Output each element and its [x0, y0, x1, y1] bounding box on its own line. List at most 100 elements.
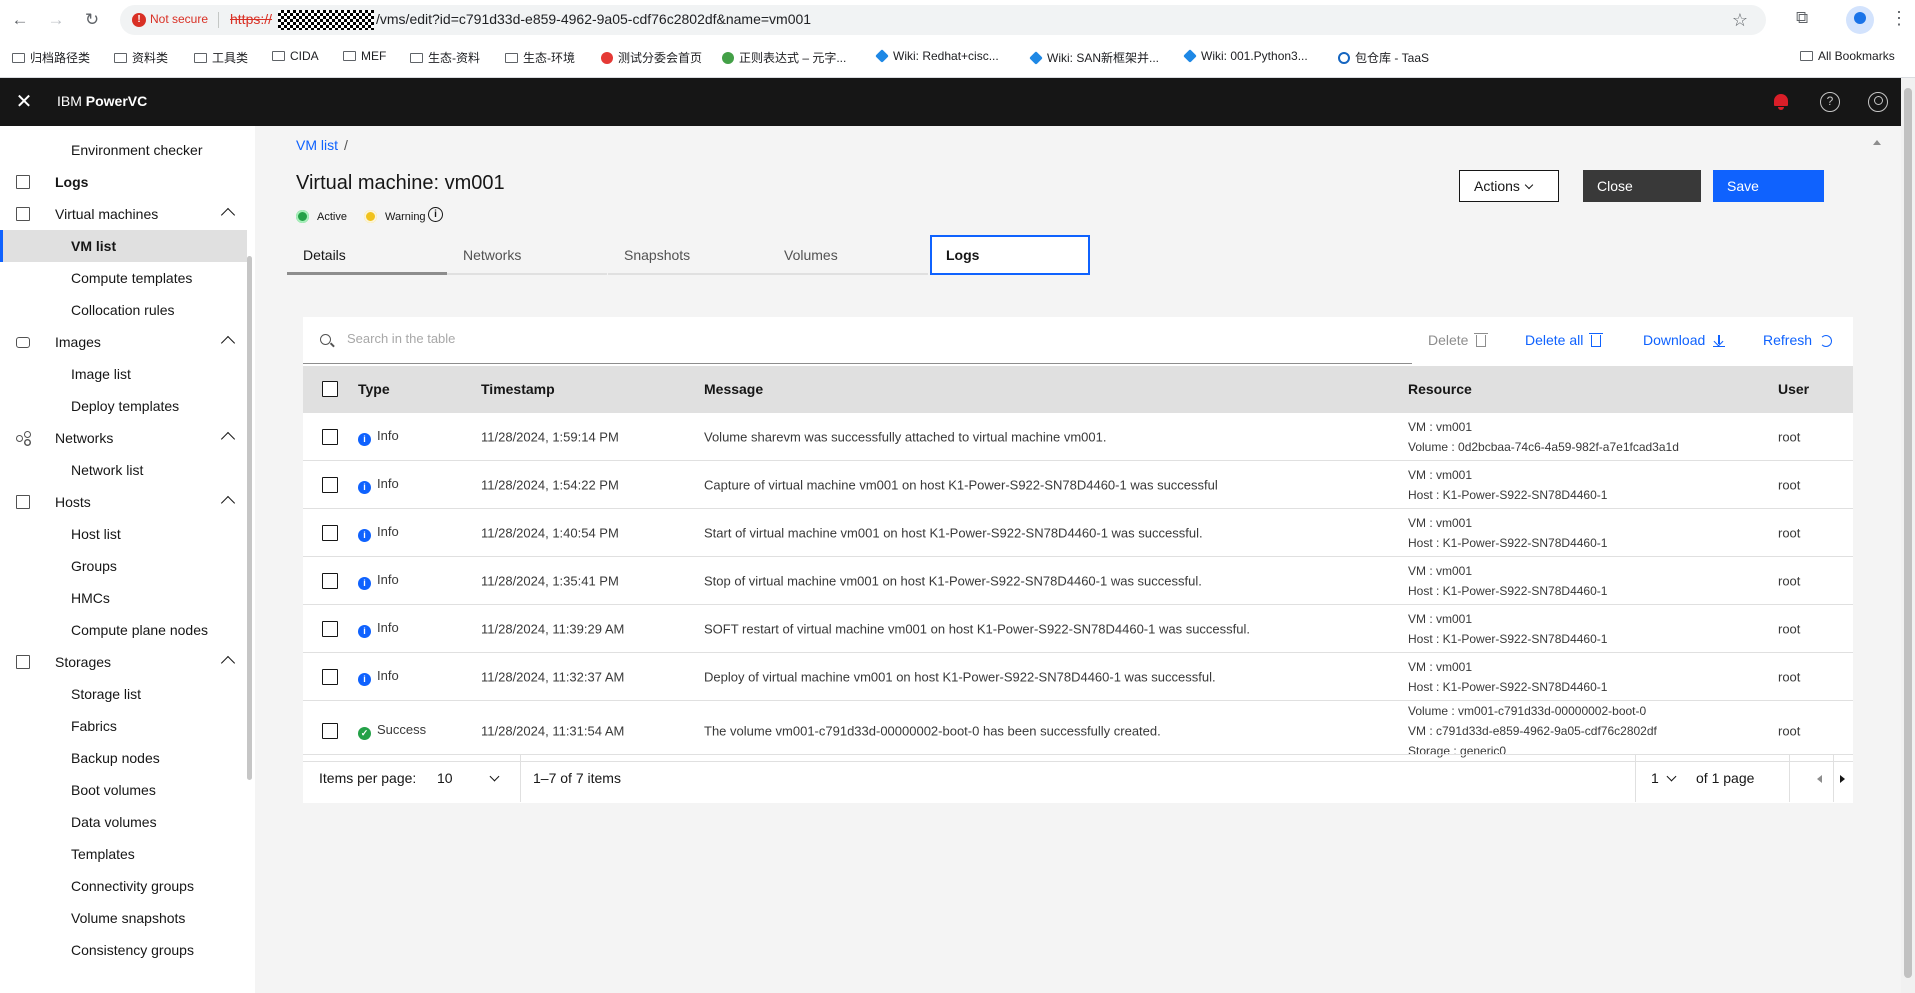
sidebar-item-collocation-rules[interactable]: Collocation rules: [0, 294, 247, 326]
row-checkbox[interactable]: [322, 572, 338, 589]
sidebar-item-storages[interactable]: Storages: [0, 646, 247, 678]
table-row[interactable]: i Info 11/28/2024, 1:54:22 PM Capture of vi…: [303, 461, 1853, 509]
column-header-type[interactable]: Type: [358, 381, 390, 397]
sidebar-item-fabrics[interactable]: Fabrics: [0, 710, 247, 742]
omnibox[interactable]: ! Not secure https:// /vms/edit?id=c791d…: [120, 5, 1766, 35]
sidebar-item-compute-plane-nodes[interactable]: Compute plane nodes: [0, 614, 247, 646]
browser-menu-icon[interactable]: ⋮: [1890, 8, 1908, 29]
sidebar-item-templates[interactable]: Templates: [0, 838, 247, 870]
scrollbar-thumb[interactable]: [1904, 88, 1912, 978]
notification-bell-icon[interactable]: [1772, 92, 1790, 110]
sidebar-item-host-list[interactable]: Host list: [0, 518, 247, 550]
sidebar-item-hosts[interactable]: Hosts: [0, 486, 247, 518]
info-icon[interactable]: i: [428, 207, 443, 222]
column-header-resource[interactable]: Resource: [1408, 381, 1472, 397]
scroll-up-arrow-icon[interactable]: [1873, 140, 1881, 145]
bookmark-item[interactable]: Wiki: Redhat+cisc...: [875, 49, 999, 63]
sidebar-item-backup-nodes[interactable]: Backup nodes: [0, 742, 247, 774]
save-button[interactable]: Save: [1713, 170, 1824, 202]
bookmark-item[interactable]: 生态-环境: [505, 49, 575, 66]
user-profile-icon[interactable]: [1868, 92, 1888, 112]
user-cell: root: [1778, 669, 1801, 684]
extensions-icon[interactable]: ⧉: [1796, 8, 1808, 28]
table-row[interactable]: i Info 11/28/2024, 11:39:29 AM SOFT restart…: [303, 605, 1853, 653]
help-icon[interactable]: ?: [1820, 92, 1840, 112]
tab-logs[interactable]: Logs: [930, 235, 1090, 275]
close-button[interactable]: Close: [1583, 170, 1701, 202]
previous-page-icon[interactable]: [1817, 775, 1822, 783]
sidebar-item-data-volumes[interactable]: Data volumes: [0, 806, 247, 838]
delete-all-button[interactable]: Delete all: [1525, 332, 1604, 348]
sidebar-item-boot-volumes[interactable]: Boot volumes: [0, 774, 247, 806]
sidebar-item-deploy-templates[interactable]: Deploy templates: [0, 390, 247, 422]
actions-button[interactable]: Actions: [1459, 170, 1559, 202]
bookmark-star-icon[interactable]: ☆: [1732, 10, 1748, 31]
column-header-timestamp[interactable]: Timestamp: [481, 381, 555, 397]
next-page-icon[interactable]: [1840, 775, 1845, 783]
column-header-message[interactable]: Message: [704, 381, 763, 397]
back-arrow-icon[interactable]: ←: [8, 8, 32, 32]
items-per-page-select[interactable]: 10: [437, 770, 500, 786]
delete-button[interactable]: Delete: [1428, 332, 1489, 348]
bookmark-item[interactable]: 生态-资料: [410, 49, 480, 66]
tab-snapshots[interactable]: Snapshots: [608, 235, 768, 275]
table-row[interactable]: i Info 11/28/2024, 1:35:41 PM Stop of virtu…: [303, 557, 1853, 605]
sidebar-item-network-list[interactable]: Network list: [0, 454, 247, 486]
info-icon: i: [358, 480, 371, 494]
bookmark-item[interactable]: 正则表达式 – 元字...: [722, 49, 846, 66]
bookmark-item[interactable]: 包仓库 - TaaS: [1338, 49, 1429, 66]
row-checkbox[interactable]: [322, 476, 338, 493]
bookmark-item[interactable]: CIDA: [272, 49, 319, 63]
sidebar-item-vm-list[interactable]: VM list: [0, 230, 247, 262]
profile-avatar[interactable]: [1846, 6, 1874, 34]
not-secure-label[interactable]: Not secure: [150, 12, 208, 26]
table-row[interactable]: i Info 11/28/2024, 11:32:37 AM Deploy of vi…: [303, 653, 1853, 701]
page-select[interactable]: 1: [1651, 770, 1677, 786]
table-row[interactable]: ✓ Success 11/28/2024, 11:31:54 AM The volum…: [303, 701, 1853, 762]
row-checkbox[interactable]: [322, 428, 338, 445]
forward-arrow-icon[interactable]: →: [44, 8, 68, 32]
row-checkbox[interactable]: [322, 620, 338, 637]
window-scrollbar[interactable]: [1901, 78, 1915, 993]
reload-icon[interactable]: ↻: [80, 8, 104, 32]
scrollbar-thumb[interactable]: [247, 256, 252, 780]
sidebar-item-storage-list[interactable]: Storage list: [0, 678, 247, 710]
bookmark-item[interactable]: 工具类: [194, 49, 248, 66]
bookmark-item[interactable]: 资料类: [114, 49, 168, 66]
sidebar-item-groups[interactable]: Groups: [0, 550, 247, 582]
sidebar-item-consistency-groups[interactable]: Consistency groups: [0, 934, 247, 966]
sidebar-item-virtual-machines[interactable]: Virtual machines: [0, 198, 247, 230]
app-title[interactable]: IBM PowerVC: [57, 93, 147, 109]
sidebar-item-logs[interactable]: Logs: [0, 166, 247, 198]
column-header-user[interactable]: User: [1778, 381, 1809, 397]
sidebar-item-volume-snapshots[interactable]: Volume snapshots: [0, 902, 247, 934]
select-all-checkbox[interactable]: [322, 381, 338, 397]
bookmark-item[interactable]: Wiki: SAN新框架并...: [1029, 49, 1159, 66]
close-menu-icon[interactable]: ✕: [0, 78, 48, 126]
bookmark-item[interactable]: 测试分委会首页: [601, 49, 702, 66]
refresh-button[interactable]: Refresh: [1763, 332, 1833, 348]
table-row[interactable]: i Info 11/28/2024, 1:59:14 PM Volume sharev…: [303, 413, 1853, 461]
sidebar-item-compute-templates[interactable]: Compute templates: [0, 262, 247, 294]
row-checkbox[interactable]: [322, 524, 338, 541]
bookmark-item[interactable]: Wiki: 001.Python3...: [1183, 49, 1308, 63]
row-checkbox[interactable]: [322, 668, 338, 685]
sidebar-item-connectivity-groups[interactable]: Connectivity groups: [0, 870, 247, 902]
sidebar-item-networks[interactable]: Networks: [0, 422, 247, 454]
bookmark-item[interactable]: 归档路径类: [12, 49, 90, 66]
sidebar-item-environment-checker[interactable]: Environment checker: [0, 134, 247, 166]
table-row[interactable]: i Info 11/28/2024, 1:40:54 PM Start of virt…: [303, 509, 1853, 557]
tab-networks[interactable]: Networks: [447, 235, 607, 275]
sidebar-item-hmcs[interactable]: HMCs: [0, 582, 247, 614]
sidebar-scrollbar[interactable]: [247, 126, 253, 780]
sidebar-item-images[interactable]: Images: [0, 326, 247, 358]
tab-details[interactable]: Details: [287, 235, 447, 275]
search-input[interactable]: [347, 331, 1347, 346]
breadcrumb-vm-list-link[interactable]: VM list: [296, 137, 338, 153]
bookmark-item[interactable]: MEF: [343, 49, 386, 63]
tab-volumes[interactable]: Volumes: [768, 235, 928, 275]
sidebar-item-image-list[interactable]: Image list: [0, 358, 247, 390]
all-bookmarks[interactable]: All Bookmarks: [1800, 49, 1895, 63]
download-button[interactable]: Download: [1643, 332, 1726, 348]
row-checkbox[interactable]: [322, 723, 338, 739]
